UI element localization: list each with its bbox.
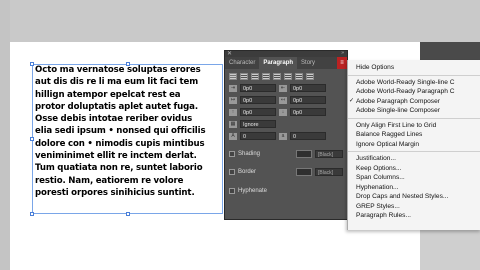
indent-row-1: ⇥ 0p0 ⇤ 0p0	[225, 82, 347, 94]
menu-item[interactable]: Adobe World-Ready Single-line C	[348, 78, 480, 88]
hyphenate-label: Hyphenate	[238, 188, 268, 194]
grid-row: ▦ Ignore	[225, 118, 347, 130]
tab-story[interactable]: Story	[297, 57, 319, 69]
text-line[interactable]: elia sedi ipsum • nonsed qui officilis	[35, 125, 225, 137]
text-line[interactable]: dolore con • nimodis cupis mintibus	[35, 138, 225, 150]
menu-item[interactable]: Paragraph Rules...	[348, 211, 480, 221]
pasteboard-left	[0, 0, 10, 270]
align-right-icon[interactable]	[251, 73, 259, 80]
shading-label: Shading	[238, 151, 261, 157]
justify-right-icon[interactable]	[284, 73, 292, 80]
pasteboard-top	[10, 0, 480, 42]
panel-title-bar[interactable]: ✕ »	[225, 50, 347, 57]
justify-center-icon[interactable]	[273, 73, 281, 80]
border-swatch[interactable]	[296, 168, 312, 176]
text-line[interactable]: veniminimet ellit re inctem derlat.	[35, 150, 225, 162]
drop-cap-lines-icon: A	[229, 132, 237, 140]
right-indent-icon: ⇤	[279, 84, 287, 92]
text-line[interactable]: hillign atempor epelcat rest ea	[35, 89, 225, 101]
frame-handle-bottom-left[interactable]	[30, 212, 34, 216]
first-line-indent-icon: ↦	[229, 96, 237, 104]
space-after-icon: ↓	[279, 108, 287, 116]
frame-handle-bottom-center[interactable]	[126, 212, 130, 216]
menu-item[interactable]: Adobe Single-line Composer	[348, 106, 480, 116]
close-icon[interactable]: ✕	[227, 50, 232, 57]
menu-item[interactable]: Drop Caps and Nested Styles...	[348, 192, 480, 202]
panel-menu-button[interactable]: ≡	[337, 57, 347, 69]
menu-separator	[348, 117, 480, 119]
paragraph-text[interactable]: Octo ma vernatose soluptas erores aut dis…	[35, 64, 225, 199]
drop-cap-chars-field[interactable]: 0	[290, 132, 326, 140]
shading-swatch[interactable]	[296, 150, 312, 158]
menu-item[interactable]: Hyphenation...	[348, 183, 480, 193]
left-indent-field[interactable]: 0p0	[240, 84, 276, 92]
hyphenate-row: Hyphenate	[225, 186, 347, 196]
drop-cap-chars-icon: a	[279, 132, 287, 140]
shading-checkbox[interactable]	[229, 151, 235, 157]
panel-tabs: Character Paragraph Story ≡	[225, 57, 347, 69]
frame-handle-middle-left[interactable]	[30, 137, 34, 141]
text-line[interactable]: Tum quatiata non re, suntet laborio	[35, 162, 225, 174]
menu-item[interactable]: Justification...	[348, 154, 480, 164]
menu-item[interactable]: Hide Options	[348, 63, 480, 73]
text-line[interactable]: Osse debis intotae reriber ovidus	[35, 113, 225, 125]
align-left-icon[interactable]	[229, 73, 237, 80]
text-line[interactable]: Octo ma vernatose soluptas erores	[35, 64, 225, 76]
drop-cap-lines-field[interactable]: 0	[240, 132, 276, 140]
first-line-indent-field[interactable]: 0p0	[240, 96, 276, 104]
right-indent-field[interactable]: 0p0	[290, 84, 326, 92]
space-before-field[interactable]: 0p0	[240, 108, 276, 116]
justify-left-icon[interactable]	[262, 73, 270, 80]
shading-row: Shading [Black]	[225, 148, 347, 160]
last-line-indent-field[interactable]: 0p0	[290, 96, 326, 104]
border-checkbox[interactable]	[229, 169, 235, 175]
menu-item[interactable]: Span Columns...	[348, 173, 480, 183]
text-line[interactable]: restio. Nam, eatiorem re volore	[35, 175, 225, 187]
text-line[interactable]: protor doluptatis aplet autet fuga.	[35, 101, 225, 113]
frame-handle-top-left[interactable]	[30, 62, 34, 66]
grid-align-icon: ▦	[229, 120, 237, 128]
indent-row-2: ↦ 0p0 ↤ 0p0	[225, 94, 347, 106]
hyphenate-checkbox[interactable]	[229, 188, 235, 194]
text-line[interactable]: aut dis dis re li ma eum lit faci tem	[35, 76, 225, 88]
align-center-icon[interactable]	[240, 73, 248, 80]
border-label: Border	[238, 169, 257, 175]
paragraph-panel: ✕ » Character Paragraph Story ≡ ⇥ 0p0 ⇤ …	[224, 50, 348, 220]
text-line[interactable]: poresti orpores sinihicius suntint.	[35, 187, 225, 199]
left-indent-icon: ⇥	[229, 84, 237, 92]
justify-all-icon[interactable]	[295, 73, 303, 80]
border-row: Border [Black]	[225, 166, 347, 178]
menu-item[interactable]: Only Align First Line to Grid	[348, 121, 480, 131]
menu-item[interactable]: Adobe Paragraph Composer	[348, 97, 480, 107]
last-line-indent-icon: ↤	[279, 96, 287, 104]
alignment-buttons	[225, 69, 347, 82]
paragraph-panel-flyout-menu: Hide Options Adobe World-Ready Single-lin…	[347, 60, 480, 230]
menu-item[interactable]: Ignore Optical Margin	[348, 140, 480, 150]
space-before-icon: ↑	[229, 108, 237, 116]
dropcap-row: A 0 a 0	[225, 130, 347, 142]
menu-item[interactable]: Keep Options...	[348, 164, 480, 174]
menu-separator	[348, 74, 480, 76]
tab-paragraph[interactable]: Paragraph	[259, 57, 298, 69]
align-towards-spine-icon[interactable]	[306, 73, 314, 80]
menu-separator	[348, 151, 480, 152]
collapse-icon[interactable]: »	[341, 50, 344, 56]
align-to-grid-select[interactable]: Ignore	[240, 120, 276, 128]
menu-item[interactable]: GREP Styles...	[348, 202, 480, 212]
shading-color-select[interactable]: [Black]	[315, 150, 343, 158]
menu-item[interactable]: Balance Ragged Lines	[348, 130, 480, 140]
spacing-row: ↑ 0p0 ↓ 0p0	[225, 106, 347, 118]
border-color-select[interactable]: [Black]	[315, 168, 343, 176]
space-after-field[interactable]: 0p0	[290, 108, 326, 116]
page-corner-shadow	[420, 42, 480, 60]
menu-item[interactable]: Adobe World-Ready Paragraph C	[348, 87, 480, 97]
tab-character[interactable]: Character	[225, 57, 259, 69]
